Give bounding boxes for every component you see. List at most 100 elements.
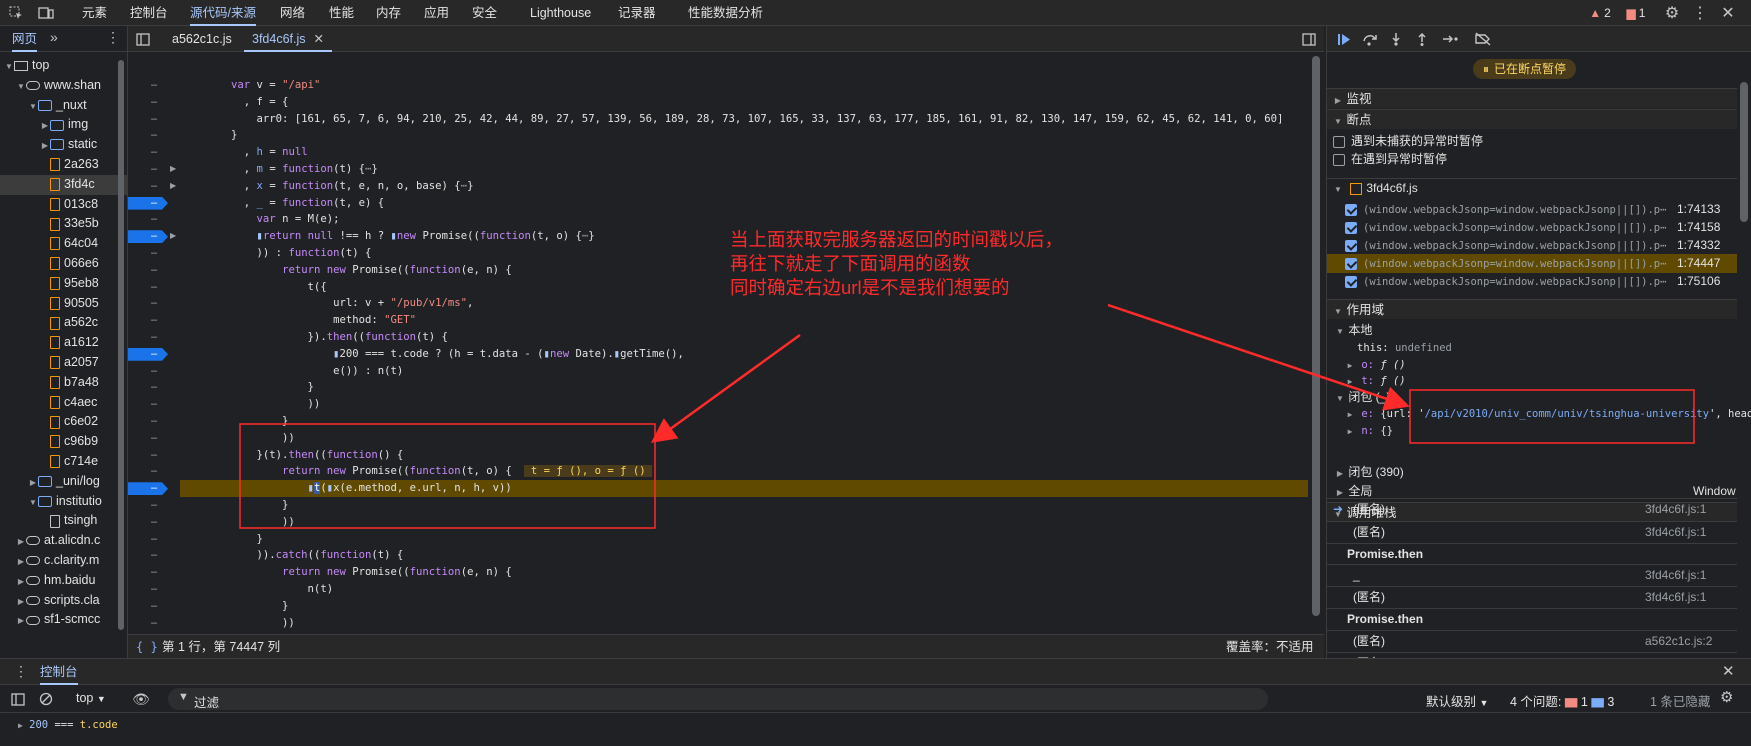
step-out-icon[interactable] — [1413, 30, 1431, 48]
toggle-debugger-icon[interactable] — [1300, 30, 1318, 48]
section-scope[interactable]: ▼ 作用域 — [1327, 299, 1737, 319]
tab-7[interactable]: 应用 — [424, 0, 449, 26]
call-frame[interactable]: _ 3fd4c6f.js:1 — [1327, 564, 1737, 585]
chevron-right-icon[interactable]: ▶ — [40, 116, 50, 136]
line-number[interactable]: – — [128, 94, 180, 111]
step-into-icon[interactable] — [1387, 30, 1405, 48]
tab-3fd4c6f-js[interactable]: 3fd4c6f.js ✕ — [244, 26, 332, 52]
line-number[interactable]: – — [128, 295, 180, 312]
tab-console[interactable]: 控制台 — [40, 659, 78, 685]
fold-toggle-icon[interactable]: ▶ — [170, 231, 176, 240]
chevron-down-icon[interactable]: ▼ — [28, 97, 38, 117]
breakpoint-file-header[interactable]: ▼ 3fd4c6f.js — [1327, 178, 1737, 197]
tab-a562c1c-js[interactable]: a562c1c.js — [164, 26, 240, 52]
device-toolbar-icon[interactable] — [36, 4, 56, 22]
code-line[interactable]: )) : function(t) { — [180, 245, 372, 262]
navigator-menu-icon[interactable]: ⋮ — [106, 29, 120, 46]
code-line[interactable]: return new Promise((function(e, n) { — [180, 262, 512, 279]
tree-item[interactable]: 3fd4c — [0, 174, 127, 195]
toggle-navigator-icon[interactable] — [134, 30, 152, 48]
tree-item[interactable]: c6e02 — [0, 412, 127, 432]
chevron-right-icon[interactable]: ▶ — [16, 532, 26, 552]
tree-item[interactable]: ▼ _nuxt — [0, 96, 127, 117]
navigator-scrollbar[interactable] — [116, 52, 126, 632]
tree-item[interactable]: ▼ institutio — [0, 492, 127, 512]
tab-2[interactable]: 控制台 — [130, 0, 168, 26]
breakpoint-item[interactable]: (window.webpackJsonp=window.webpackJsonp… — [1327, 200, 1737, 219]
line-number[interactable]: – — [128, 77, 180, 94]
line-number[interactable]: – — [128, 144, 180, 161]
breakpoint-item[interactable]: (window.webpackJsonp=window.webpackJsonp… — [1327, 272, 1737, 291]
warnings-badge[interactable]: ▲ 2 — [1584, 4, 1616, 22]
chevron-right-icon[interactable]: ▶ — [40, 136, 50, 156]
debugger-scrollbar[interactable] — [1737, 52, 1751, 658]
code-line[interactable]: )) — [180, 514, 295, 531]
chevron-right-icon[interactable]: ▶ — [16, 552, 26, 572]
code-line[interactable]: var n = M(e); — [180, 211, 340, 228]
fold-toggle-icon[interactable]: ▶ — [170, 181, 176, 190]
step-over-icon[interactable] — [1361, 30, 1379, 48]
log-level-dropdown[interactable]: 默认级别 ▼ — [1426, 691, 1488, 710]
code-line[interactable]: } — [180, 598, 288, 615]
close-devtools-icon[interactable]: ✕ — [1718, 3, 1738, 23]
tree-item[interactable]: 64c04 — [0, 234, 127, 254]
breakpoint-item[interactable]: (window.webpackJsonp=window.webpackJsonp… — [1327, 236, 1737, 255]
line-number[interactable]: – — [128, 615, 180, 632]
tree-item[interactable]: 066e6 — [0, 254, 127, 274]
tree-item[interactable]: c714e — [0, 452, 127, 472]
tree-item[interactable]: ▶ scripts.cla — [0, 591, 127, 612]
tree-item[interactable]: 95eb8 — [0, 274, 127, 294]
breakpoint-item[interactable]: (window.webpackJsonp=window.webpackJsonp… — [1327, 254, 1737, 273]
live-expression-eye-icon[interactable]: 👁 — [132, 691, 150, 707]
frame-location[interactable]: 3fd4c6f.js:1 — [1645, 565, 1706, 586]
issues-counter[interactable]: 4 个问题: ▆ 1 ▆ 3 — [1510, 691, 1614, 710]
tab-10[interactable]: 记录器 — [618, 0, 656, 26]
line-number[interactable]: – — [128, 463, 180, 480]
tree-item[interactable]: ▼ top — [0, 56, 127, 76]
line-number[interactable]: – — [128, 480, 180, 497]
tree-item[interactable]: ▼ www.shan — [0, 76, 127, 96]
code-line[interactable]: )) — [180, 430, 295, 447]
frame-location[interactable]: a562c1c.js:2 — [1645, 631, 1712, 652]
line-number[interactable]: – — [128, 111, 180, 128]
chevron-right-icon[interactable]: ▶ — [16, 592, 26, 612]
pause-caught-option[interactable]: 在遇到异常时暂停 — [1333, 150, 1743, 169]
tree-item[interactable]: ▶ c.clarity.m — [0, 551, 127, 572]
chevron-right-icon[interactable]: ▶ — [16, 611, 26, 631]
line-number[interactable]: – — [128, 598, 180, 615]
frame-location[interactable]: 3fd4c6f.js:1 — [1645, 522, 1706, 543]
code-line[interactable]: ▮200 === t.code ? (h = t.data - (▮new Da… — [180, 346, 684, 363]
code-line[interactable]: t({ — [180, 279, 327, 296]
scope-n[interactable]: ▶ n: {} — [1345, 422, 1751, 441]
line-number[interactable]: – — [128, 279, 180, 296]
line-number[interactable]: – — [128, 195, 180, 212]
line-number[interactable]: – — [128, 581, 180, 598]
code-line[interactable]: )) — [180, 615, 295, 632]
tree-item[interactable]: ▶ static — [0, 135, 127, 156]
line-number[interactable]: – — [128, 514, 180, 531]
line-number[interactable]: – — [128, 329, 180, 346]
section-watch[interactable]: ▶ 监视 — [1327, 88, 1737, 108]
tab-3[interactable]: 源代码/来源 — [190, 0, 256, 26]
code-line[interactable]: , m = function(t) {⋯} — [180, 161, 378, 178]
code-line[interactable]: }(t).then((function() { — [180, 447, 404, 464]
tab-4[interactable]: 网络 — [280, 0, 305, 26]
scope-local[interactable]: ▼ 本地 — [1335, 321, 1745, 340]
issues-badge[interactable]: ▆ 1 — [1620, 4, 1652, 22]
code-line[interactable]: e()) : n(t) — [180, 363, 403, 380]
code-line[interactable]: } — [180, 531, 263, 548]
line-number[interactable]: – — [128, 346, 180, 363]
code-line[interactable]: } — [180, 379, 314, 396]
fold-toggle-icon[interactable]: ▶ — [170, 164, 176, 173]
tree-item[interactable]: ▶ img — [0, 115, 127, 136]
breakpoint-checkbox[interactable] — [1345, 239, 1357, 252]
call-frame[interactable]: (匿名) 3fd4c6f.js:1 — [1327, 521, 1737, 542]
tree-item[interactable]: ▶ sf1-scmcc — [0, 610, 127, 631]
drawer-menu-icon[interactable]: ⋮ — [14, 663, 28, 680]
tree-item[interactable]: c96b9 — [0, 432, 127, 452]
tab-1[interactable]: 元素 — [82, 0, 107, 26]
tab-5[interactable]: 性能 — [329, 0, 354, 26]
tab-6[interactable]: 内存 — [376, 0, 401, 26]
breakpoint-checkbox[interactable] — [1345, 275, 1357, 288]
code-line[interactable]: return new Promise((function(e, n) { — [180, 564, 512, 581]
